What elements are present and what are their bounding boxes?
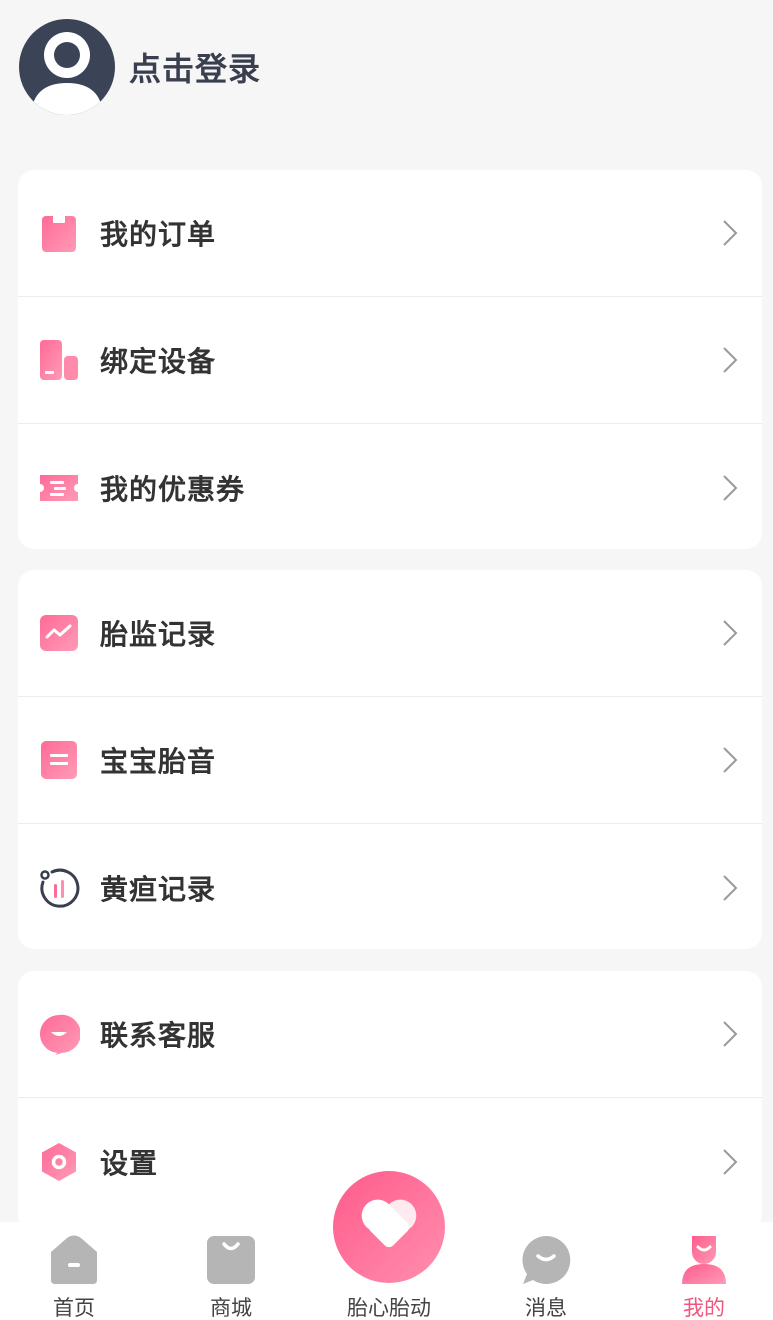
tab-label: 商城	[210, 1296, 252, 1320]
message-icon	[522, 1235, 571, 1284]
tab-mine[interactable]: 我的	[649, 1222, 759, 1320]
tab-messages[interactable]: 消息	[491, 1222, 601, 1320]
settings-icon	[42, 1142, 76, 1181]
chevron-right-icon	[723, 1021, 738, 1047]
tab-label[interactable]: 胎心胎动	[318, 1292, 460, 1320]
menu-card-records: 胎监记录 宝宝胎音 黄疸记录	[18, 570, 762, 949]
tab-label: 消息	[525, 1296, 567, 1320]
menu-label: 设置	[100, 1146, 159, 1180]
login-label[interactable]: 点击登录	[129, 44, 261, 90]
chevron-right-icon	[723, 347, 738, 373]
heart-icon	[361, 1199, 417, 1248]
menu-label: 联系客服	[100, 1019, 217, 1052]
tab-label: 首页	[53, 1296, 95, 1320]
chevron-right-icon	[723, 747, 738, 773]
profile-header[interactable]: 点击登录	[19, 17, 261, 117]
device-icon	[40, 340, 78, 380]
avatar[interactable]	[19, 19, 115, 115]
coupon-icon	[40, 474, 78, 501]
chevron-right-icon	[723, 1148, 738, 1175]
menu-card-orders: 我的订单 绑定设备 我的优惠券	[18, 170, 762, 549]
home-icon	[51, 1235, 97, 1284]
tab-label: 我的	[683, 1296, 725, 1320]
chevron-right-icon	[723, 874, 738, 901]
user-silhouette-icon	[31, 32, 103, 115]
menu-label: 我的订单	[100, 218, 217, 251]
order-icon	[42, 214, 76, 252]
profile-icon	[682, 1236, 726, 1284]
chevron-right-icon	[723, 620, 738, 646]
menu-label: 宝宝胎音	[100, 745, 217, 778]
shop-bag-icon	[207, 1236, 255, 1284]
chevron-right-icon	[723, 474, 738, 501]
menu-label: 绑定设备	[100, 345, 217, 378]
menu-label: 黄疸记录	[100, 872, 217, 906]
menu-label: 我的优惠券	[100, 472, 246, 506]
tab-shop[interactable]: 商城	[176, 1222, 286, 1320]
jaundice-gauge-icon	[40, 868, 80, 908]
menu-row-bind-device[interactable]: 绑定设备	[18, 297, 762, 424]
menu-row-baby-heart-sound[interactable]: 宝宝胎音	[18, 697, 762, 824]
menu-row-jaundice[interactable]: 黄疸记录	[18, 824, 762, 949]
fetal-sound-icon	[41, 741, 77, 779]
chevron-right-icon	[723, 220, 738, 246]
menu-row-my-orders[interactable]: 我的订单	[18, 170, 762, 297]
menu-row-coupons[interactable]: 我的优惠券	[18, 424, 762, 549]
menu-row-fetal-monitor[interactable]: 胎监记录	[18, 570, 762, 697]
tab-home[interactable]: 首页	[19, 1222, 129, 1320]
tab-fetal-heart-button[interactable]	[333, 1171, 445, 1283]
menu-row-customer-service[interactable]: 联系客服	[18, 971, 762, 1098]
fetal-monitor-chart-icon	[40, 615, 78, 651]
menu-label: 胎监记录	[100, 618, 217, 651]
profile-page: 点击登录 我的订单 绑定设备 我的优惠券 胎监记录 宝宝胎音 黄疸记录 联系客服…	[0, 0, 773, 1320]
customer-service-icon	[39, 1014, 80, 1055]
